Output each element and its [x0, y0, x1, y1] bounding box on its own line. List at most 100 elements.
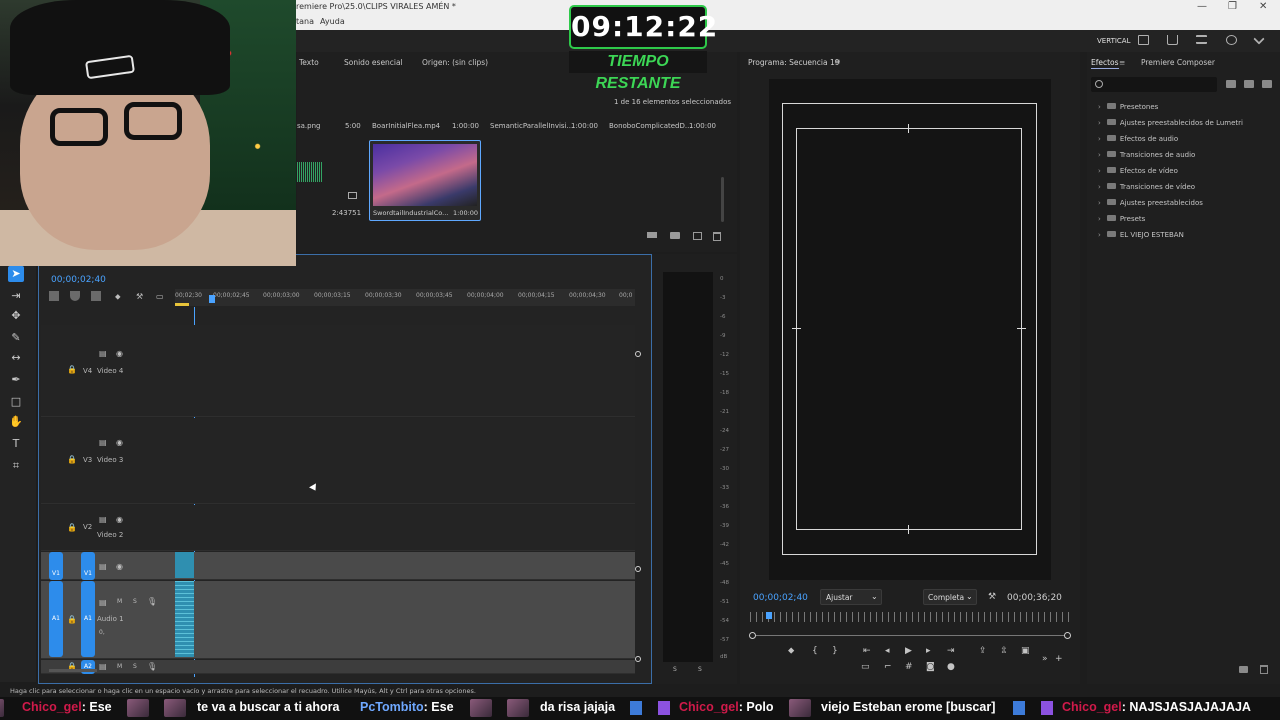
selected-clip-card[interactable]: SwordtailIndustrialCo... 1:00:00: [369, 140, 481, 221]
track-v4[interactable]: ▤ ◉ 🔒 V4 Video 4: [41, 325, 635, 417]
slip-tool-icon[interactable]: ↔: [8, 350, 24, 366]
go-to-out-icon[interactable]: ⇥: [947, 646, 955, 656]
program-title[interactable]: Programa: Secuencia 19: [748, 58, 840, 67]
microphone-icon[interactable]: 🎙: [147, 597, 157, 606]
effects-folder[interactable]: › Efectos de vídeo: [1098, 167, 1178, 175]
wrench-icon[interactable]: ⚒: [988, 592, 996, 602]
extract-icon[interactable]: ⇫: [1000, 646, 1008, 656]
panel-menu-icon[interactable]: ≡: [1119, 58, 1125, 67]
nest-icon[interactable]: [49, 291, 59, 301]
track-target-v1[interactable]: V1: [81, 552, 95, 580]
new-item-icon[interactable]: [693, 232, 702, 240]
toggle-output-icon[interactable]: ▤: [99, 438, 107, 447]
search-icon[interactable]: [1226, 35, 1237, 45]
expand-icon[interactable]: [1253, 33, 1265, 45]
lock-icon[interactable]: 🔒: [67, 455, 77, 464]
play-icon[interactable]: ▶: [905, 646, 912, 656]
lift-icon[interactable]: ⇪: [979, 646, 987, 656]
menu-icon[interactable]: [1196, 35, 1207, 44]
menu-ventana[interactable]: tana: [296, 17, 314, 26]
playhead-handle[interactable]: [209, 295, 215, 303]
record-icon[interactable]: ●: [947, 662, 955, 672]
more-controls-icon[interactable]: »: [1042, 654, 1048, 664]
captions-icon[interactable]: ▭: [156, 292, 164, 301]
mute-icon[interactable]: M: [117, 663, 122, 670]
trash-icon[interactable]: [713, 232, 721, 241]
workspace-label[interactable]: VERTICAL: [1097, 37, 1130, 45]
button-editor-icon[interactable]: +: [1055, 654, 1063, 664]
wrench-icon[interactable]: ⚒: [136, 292, 143, 301]
track-target-a1[interactable]: A1: [81, 581, 95, 657]
add-marker-icon[interactable]: ⬥: [788, 646, 794, 656]
toggle-output-icon[interactable]: ▤: [99, 662, 107, 671]
grid-icon[interactable]: #: [905, 662, 913, 672]
selection-tool-icon[interactable]: ➤: [8, 266, 24, 282]
solo-icon[interactable]: S: [133, 663, 137, 670]
mark-out-icon[interactable]: }: [832, 646, 838, 656]
audio-clip[interactable]: [175, 581, 194, 657]
track-v1[interactable]: V1 V1 ▤ ◉: [41, 552, 635, 580]
ripple-edit-tool-icon[interactable]: ✥: [8, 308, 24, 324]
solo-right[interactable]: S: [698, 666, 702, 673]
track-a2[interactable]: A2 🔒 ▤ M S 🎙: [41, 660, 635, 674]
effects-folder[interactable]: › Efectos de audio: [1098, 135, 1178, 143]
time-ruler[interactable]: 00;02;30 00;00;02;45 00;00;03;00 00;00;0…: [175, 289, 635, 306]
track-v3[interactable]: ▤ ◉ 🔒 V3 Video 3: [41, 418, 635, 504]
rectangle-tool-icon[interactable]: □: [8, 394, 24, 410]
export-frame-icon[interactable]: ▣: [1021, 646, 1030, 656]
effects-folder[interactable]: › Ajustes preestablecidos: [1098, 199, 1203, 207]
program-ruler[interactable]: [750, 612, 1070, 622]
timeline-timecode[interactable]: 00;00;02;40: [51, 275, 106, 285]
effects-folder[interactable]: › EL VIEJO ESTEBAN: [1098, 231, 1184, 239]
mute-icon[interactable]: M: [117, 598, 122, 605]
eye-icon[interactable]: ◉: [116, 438, 123, 447]
toggle-output-icon[interactable]: ▤: [99, 598, 107, 607]
tab-sonido-esencial[interactable]: Sonido esencial: [344, 58, 403, 67]
zoom-scrollbar[interactable]: [752, 635, 1068, 636]
track-select-tool-icon[interactable]: ⇥: [8, 288, 24, 304]
track-v2[interactable]: ▤ ◉ 🔒 V2 Video 2: [41, 505, 635, 551]
source-patch-v1[interactable]: V1: [49, 552, 63, 580]
zoom-handle-right[interactable]: [1064, 632, 1071, 639]
panel-menu-icon[interactable]: ≡: [834, 57, 841, 66]
tab-texto[interactable]: Texto: [299, 58, 319, 67]
yuv-effects-icon[interactable]: [1262, 80, 1272, 88]
effects-folder[interactable]: › Ajustes preestablecidos de Lumetri: [1098, 119, 1243, 127]
marker-icon[interactable]: ⬥: [115, 292, 121, 302]
accelerated-effects-icon[interactable]: [1226, 80, 1236, 88]
vertical-scroll-handle[interactable]: [635, 656, 641, 662]
effects-folder[interactable]: › Presetones: [1098, 103, 1158, 111]
effects-folder[interactable]: › Transiciones de vídeo: [1098, 183, 1195, 191]
caption-tool-icon[interactable]: ⌗: [8, 458, 24, 474]
solo-icon[interactable]: S: [133, 598, 137, 605]
tab-efectos[interactable]: Efectos: [1091, 58, 1119, 69]
eye-icon[interactable]: ◉: [116, 562, 123, 571]
work-area-bar[interactable]: [175, 303, 189, 306]
hand-tool-icon[interactable]: ✋: [8, 414, 24, 430]
solo-left[interactable]: S: [673, 666, 677, 673]
32bit-effects-icon[interactable]: [1244, 80, 1254, 88]
close-button[interactable]: ✕: [1259, 1, 1267, 12]
microphone-icon[interactable]: 🎙: [147, 662, 157, 671]
item-name[interactable]: sa.png: [297, 122, 321, 130]
vertical-scroll-handle[interactable]: [635, 351, 641, 357]
lock-icon[interactable]: 🔒: [67, 523, 77, 532]
tab-premiere-composer[interactable]: Premiere Composer: [1141, 58, 1215, 67]
video-clip[interactable]: [175, 552, 194, 578]
step-back-icon[interactable]: ◂: [885, 646, 890, 656]
mark-in-icon[interactable]: {: [812, 646, 818, 656]
item-name[interactable]: BonoboComplicatedD...: [609, 122, 692, 130]
quality-dropdown[interactable]: Completa ⌄: [923, 589, 977, 605]
toggle-output-icon[interactable]: ▤: [99, 349, 107, 358]
maximize-button[interactable]: ❐: [1228, 1, 1237, 12]
zoom-handle-left[interactable]: [749, 632, 756, 639]
item-name[interactable]: SemanticParallelInvisi...: [490, 122, 573, 130]
lock-icon[interactable]: 🔒: [67, 365, 77, 374]
effects-folder[interactable]: › Transiciones de audio: [1098, 151, 1195, 159]
linked-selection-icon[interactable]: [91, 291, 101, 301]
zoom-dropdown[interactable]: Ajustar ⌄: [820, 589, 882, 605]
source-patch-a1[interactable]: A1: [49, 581, 63, 657]
comparison-view-icon[interactable]: ▭: [861, 662, 870, 672]
toggle-output-icon[interactable]: ▤: [99, 562, 107, 571]
new-bin-icon[interactable]: [1239, 666, 1248, 673]
